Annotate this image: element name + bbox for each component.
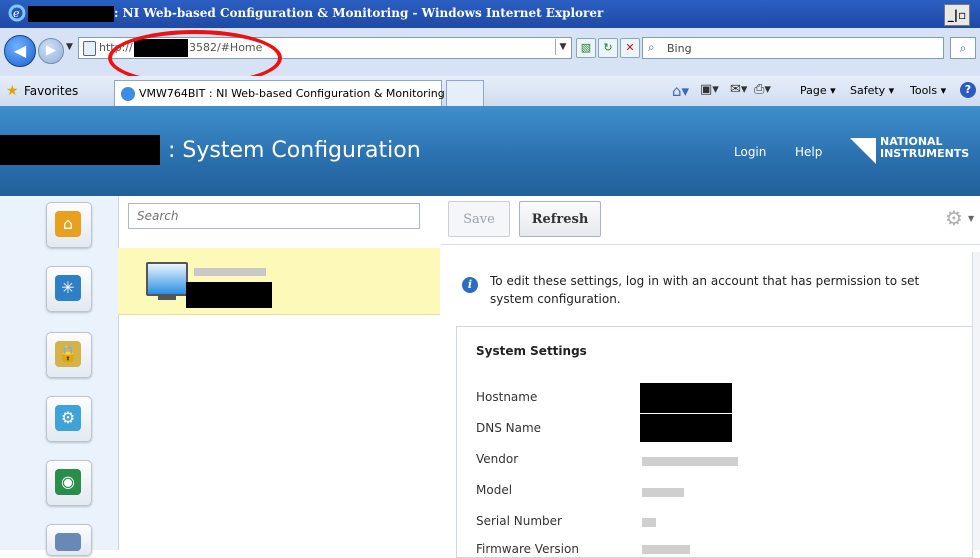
- gear-icon[interactable]: ⚙: [945, 206, 963, 230]
- nav-more-button[interactable]: [46, 524, 92, 556]
- firmware-version-label: Firmware Version: [476, 542, 579, 556]
- nav-home-button[interactable]: ⌂: [46, 202, 92, 248]
- window-restore-button[interactable]: _|▫: [944, 4, 970, 26]
- home-icon[interactable]: ⌂▾: [672, 82, 689, 100]
- search-go-icon[interactable]: ⌕: [950, 37, 976, 59]
- home-icon: ⌂: [55, 211, 81, 237]
- serial-number-label: Serial Number: [476, 514, 562, 528]
- nav-web-server-button[interactable]: ◉: [46, 460, 92, 506]
- back-button[interactable]: ◀: [4, 35, 36, 67]
- hostname-label: Hostname: [476, 390, 538, 404]
- feeds-icon[interactable]: ▣▾: [700, 82, 719, 97]
- nav-security-button[interactable]: 🔒: [46, 332, 92, 378]
- page-menu[interactable]: Page ▾: [800, 84, 836, 97]
- window-title: : NI Web-based Configuration & Monitorin…: [114, 6, 604, 20]
- vendor-value-blurred: [642, 457, 738, 466]
- svg-text:e: e: [13, 7, 20, 20]
- new-tab-button[interactable]: [446, 80, 484, 107]
- globe-computer-icon: ◉: [55, 469, 81, 495]
- window-icon: [55, 533, 81, 551]
- tools-menu[interactable]: Tools ▾: [910, 84, 946, 97]
- blurred-device-name: [194, 268, 266, 276]
- lock-key-icon: 🔒: [55, 341, 81, 367]
- wrench-globe-icon: ⚙: [55, 405, 81, 431]
- help-link[interactable]: Help: [795, 145, 822, 159]
- computer-stand: [158, 295, 176, 300]
- stop-icon[interactable]: ✕: [620, 38, 640, 58]
- page-icon: [83, 41, 96, 56]
- info-icon: i: [462, 277, 478, 293]
- safety-menu[interactable]: Safety ▾: [850, 84, 894, 97]
- device-tree-item[interactable]: [118, 248, 440, 315]
- ni-logo: NATIONAL INSTRUMENTS: [880, 136, 969, 160]
- refresh-button[interactable]: Refresh: [519, 201, 601, 237]
- tab-title: VMW764BIT : NI Web-based Configuration &…: [139, 87, 445, 100]
- search-input[interactable]: [128, 203, 420, 229]
- computer-icon: [146, 262, 188, 296]
- serial-value-blurred: [642, 518, 656, 527]
- chevron-down-icon[interactable]: ▼: [968, 214, 974, 223]
- address-dropdown-icon[interactable]: ▼: [555, 39, 570, 55]
- help-icon[interactable]: ?: [960, 82, 976, 98]
- mail-icon[interactable]: ✉▾: [730, 82, 747, 97]
- info-message: To edit these settings, log in with an a…: [490, 274, 920, 306]
- browser-tab-active[interactable]: VMW764BIT : NI Web-based Configuration &…: [114, 80, 445, 107]
- login-link[interactable]: Login: [734, 145, 766, 159]
- favorites-bar: ★ Favorites VMW764BIT : NI Web-based Con…: [0, 76, 980, 107]
- vertical-scrollbar[interactable]: [972, 252, 980, 550]
- forward-button[interactable]: ▶: [38, 38, 64, 64]
- dns-name-value-redacted: [640, 414, 732, 442]
- vendor-label: Vendor: [476, 452, 519, 466]
- history-dropdown-icon[interactable]: ▼: [66, 42, 73, 52]
- model-label: Model: [476, 483, 513, 497]
- ie-logo-icon: e: [8, 4, 26, 22]
- save-button[interactable]: Save: [448, 201, 510, 237]
- favorites-button[interactable]: Favorites: [24, 84, 78, 98]
- nav-network-button[interactable]: ✳: [46, 266, 92, 312]
- search-placeholder: Bing: [667, 42, 692, 55]
- refresh-icon[interactable]: ↻: [598, 38, 618, 58]
- model-value-blurred: [642, 488, 684, 497]
- print-icon[interactable]: ⎙▾: [754, 82, 771, 97]
- page-title: : System Configuration: [168, 138, 421, 163]
- logo-line-2: INSTRUMENTS: [880, 147, 970, 160]
- ie-tab-icon: [121, 87, 135, 101]
- toolbar-divider: [441, 244, 980, 245]
- redacted-block: [0, 135, 160, 165]
- card-title: System Settings: [476, 344, 587, 358]
- window-title-bar: e : NI Web-based Configuration & Monitor…: [0, 0, 980, 28]
- network-icon: ✳: [55, 275, 81, 301]
- search-bar[interactable]: ⌕ Bing: [642, 37, 944, 59]
- redacted-block: [186, 282, 272, 308]
- favorites-star-icon[interactable]: ★: [6, 83, 19, 99]
- redacted-block: [28, 6, 114, 22]
- hostname-value-redacted: [640, 383, 732, 413]
- bing-logo-icon: ⌕: [648, 40, 655, 54]
- dns-name-label: DNS Name: [476, 421, 542, 435]
- compatibility-view-icon[interactable]: ▧: [576, 38, 596, 58]
- nav-tools-button[interactable]: ⚙: [46, 396, 92, 442]
